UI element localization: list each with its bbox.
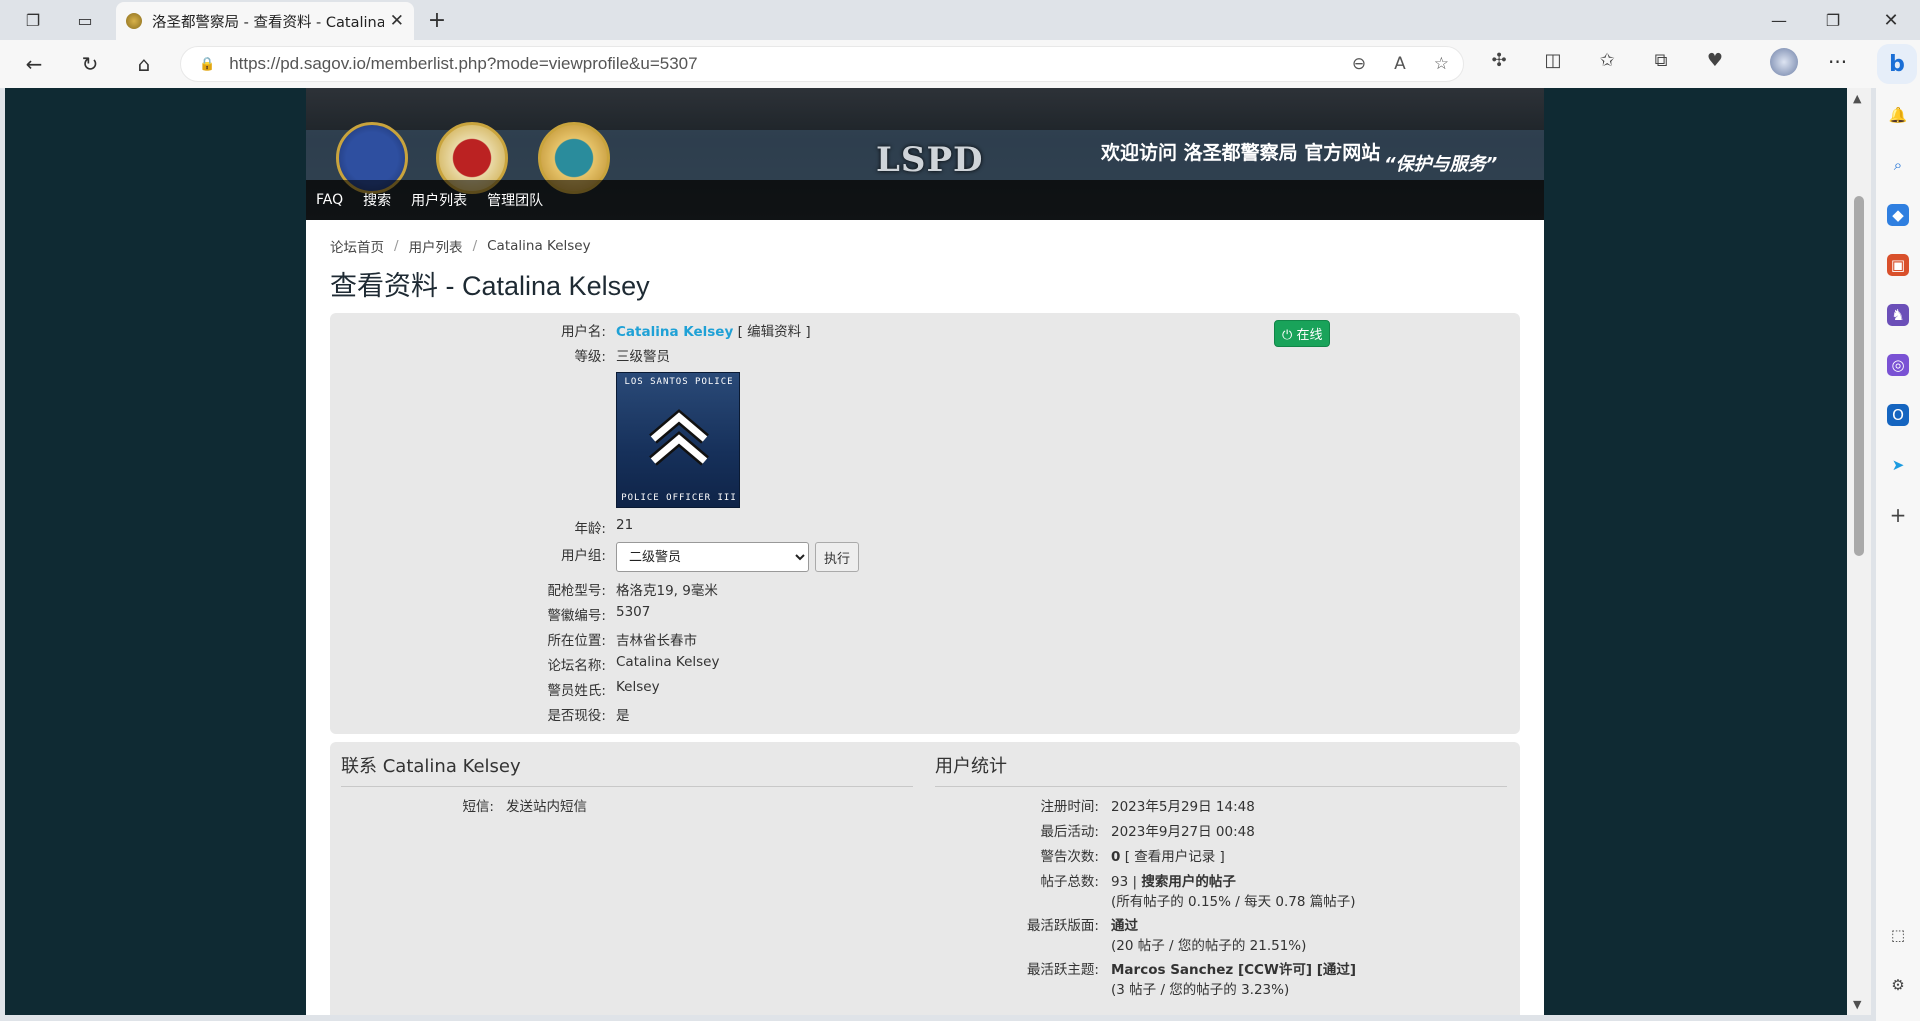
zoom-out-icon[interactable]: ⊖ [1352, 54, 1366, 74]
new-tab-icon[interactable]: + [422, 6, 452, 34]
site-banner: LSPD 欢迎访问 洛圣都警察局 官方网站 “保护与服务” FAQ 搜索 用户列… [306, 88, 1544, 220]
scroll-down-icon[interactable]: ▼ [1853, 998, 1861, 1011]
restore-icon[interactable]: ❐ [1806, 0, 1860, 40]
page-title: 查看资料 - Catalina Kelsey [330, 271, 650, 301]
minimize-icon[interactable]: — [1752, 0, 1806, 40]
send-pm-link[interactable]: 发送站内短信 [506, 795, 587, 820]
forum-page: LSPD 欢迎访问 洛圣都警察局 官方网站 “保护与服务” FAQ 搜索 用户列… [306, 88, 1544, 1015]
main-content: 论坛首页 / 用户列表 / Catalina Kelsey 查看资料 - Cat… [330, 236, 1520, 1015]
rank-image: LOS SANTOS POLICE POLICE OFFICER III [616, 372, 740, 508]
screenshot-icon[interactable]: ⬚ [1887, 924, 1909, 946]
contact-stats-panel: 联系 Catalina Kelsey 短信: 发送站内短信 用户统计 注册时间:… [330, 742, 1520, 1015]
split-screen-icon[interactable]: ◫ [1539, 50, 1567, 71]
username-link[interactable]: Catalina Kelsey [616, 324, 733, 340]
breadcrumb-memberlist[interactable]: 用户列表 [409, 236, 463, 256]
weapon-value: 格洛克19, 9毫米 [616, 583, 718, 599]
home-icon[interactable]: ⌂ [128, 50, 160, 78]
nav-menu: FAQ 搜索 用户列表 管理团队 [306, 180, 1544, 220]
extensions-icon[interactable]: ✣ [1485, 50, 1513, 71]
search-icon[interactable]: ⌕ [1887, 154, 1909, 176]
site-favicon-icon [126, 13, 142, 29]
close-window-icon[interactable]: ✕ [1864, 0, 1918, 40]
microsoft-365-icon[interactable]: ◎ [1887, 354, 1909, 376]
usergroup-select[interactable]: 二级警员 [616, 542, 809, 572]
browser-tab-active[interactable]: 洛圣都警察局 - 查看资料 - Catalina Kelsey ✕ [116, 2, 414, 40]
outlook-icon[interactable]: O [1887, 404, 1909, 426]
tab-title: 洛圣都警察局 - 查看资料 - Catalina Kelsey [152, 14, 384, 31]
scrollbar-thumb[interactable] [1854, 196, 1864, 556]
nav-search[interactable]: 搜索 [363, 190, 391, 210]
games-icon[interactable]: ♞ [1887, 304, 1909, 326]
add-sidebar-app-icon[interactable]: + [1887, 503, 1909, 527]
forum-name-value: Catalina Kelsey [616, 654, 720, 670]
more-menu-icon[interactable]: ··· [1828, 50, 1847, 74]
active-duty-value: 是 [616, 708, 630, 724]
breadcrumb: 论坛首页 / 用户列表 / Catalina Kelsey [330, 236, 591, 256]
notification-bell-icon[interactable]: 🔔 [1887, 104, 1909, 126]
browser-tab-strip: ❐ ▭ 洛圣都警察局 - 查看资料 - Catalina Kelsey ✕ + … [0, 0, 1920, 40]
nav-team[interactable]: 管理团队 [487, 190, 543, 210]
power-icon: ⏻ [1282, 328, 1293, 343]
surname-value: Kelsey [616, 679, 660, 695]
lock-icon[interactable]: 🔒 [199, 57, 215, 72]
nav-faq[interactable]: FAQ [316, 192, 343, 208]
url-text: https://pd.sagov.io/memberlist.php?mode=… [229, 54, 698, 73]
sidebar-settings-gear-icon[interactable]: ⚙ [1887, 974, 1909, 996]
contact-column: 联系 Catalina Kelsey 短信: 发送站内短信 [341, 752, 913, 820]
lspd-logo: LSPD [876, 140, 984, 180]
rank-value: 三级警员 [616, 349, 670, 365]
copilot-icon[interactable]: b [1877, 44, 1917, 84]
web-viewport: LSPD 欢迎访问 洛圣都警察局 官方网站 “保护与服务” FAQ 搜索 用户列… [5, 88, 1847, 1015]
contact-heading: 联系 Catalina Kelsey [341, 752, 913, 787]
close-tab-icon[interactable]: ✕ [390, 11, 404, 31]
page-scrollbar[interactable]: ▲ ▼ [1847, 88, 1871, 1015]
profile-panel: ⏻ 在线 用户名: Catalina Kelsey [ 编辑资料 ] 等级: 三… [330, 313, 1520, 734]
tools-briefcase-icon[interactable]: ▣ [1887, 254, 1909, 276]
online-status-badge: ⏻ 在线 [1274, 320, 1331, 347]
stats-heading: 用户统计 [935, 752, 1507, 787]
posts-percent: (所有帖子的 0.15% / 每天 0.78 篇帖子) [1111, 894, 1356, 910]
profile-avatar[interactable] [1770, 48, 1798, 76]
stats-column: 用户统计 注册时间: 2023年5月29日 14:48 最后活动: 2023年9… [935, 752, 1507, 998]
shopping-tag-icon[interactable]: ◆ [1887, 204, 1909, 226]
motto-text: “保护与服务” [1384, 154, 1498, 175]
breadcrumb-home[interactable]: 论坛首页 [330, 236, 384, 256]
tab-actions-icon[interactable]: ▭ [70, 6, 100, 34]
address-bar[interactable]: 🔒 https://pd.sagov.io/memberlist.php?mod… [180, 46, 1464, 82]
last-active-value: 2023年9月27日 00:48 [1111, 824, 1255, 840]
posts-count: 93 | [1111, 874, 1138, 890]
search-user-posts-link[interactable]: 搜索用户的帖子 [1141, 874, 1236, 890]
active-topic-percent: (3 帖子 / 您的帖子的 3.23%) [1111, 982, 1290, 998]
send-icon[interactable]: ➤ [1887, 454, 1909, 476]
age-value: 21 [616, 517, 634, 533]
scroll-up-icon[interactable]: ▲ [1853, 92, 1861, 105]
view-user-notes-link[interactable]: [ 查看用户记录 ] [1125, 849, 1225, 865]
favorites-icon[interactable]: ✩ [1593, 50, 1621, 71]
location-value: 吉林省长春市 [616, 633, 697, 649]
read-aloud-icon[interactable]: A [1394, 54, 1406, 74]
workspaces-icon[interactable]: ❐ [18, 6, 48, 34]
warnings-count: 0 [1111, 849, 1121, 865]
edge-sidebar: 🔔 ⌕ ◆ ▣ ♞ ◎ O ➤ + ⬚ ⚙ [1876, 40, 1920, 1021]
collections-icon[interactable]: ⧉ [1647, 50, 1675, 71]
joined-value: 2023年5月29日 14:48 [1111, 799, 1255, 815]
breadcrumb-current[interactable]: Catalina Kelsey [487, 238, 590, 254]
active-forum-link[interactable]: 通过 [1111, 918, 1138, 934]
refresh-icon[interactable]: ↻ [74, 50, 106, 78]
edit-profile-link[interactable]: [ 编辑资料 ] [738, 324, 811, 340]
active-forum-percent: (20 帖子 / 您的帖子的 21.51%) [1111, 938, 1307, 954]
usergroup-go-button[interactable]: 执行 [815, 542, 860, 572]
favorite-star-icon[interactable]: ☆ [1434, 54, 1449, 74]
badge-number-value: 5307 [616, 604, 651, 620]
nav-memberlist[interactable]: 用户列表 [411, 190, 467, 210]
browser-essentials-icon[interactable]: ♥ [1701, 50, 1729, 71]
welcome-text: 欢迎访问 洛圣都警察局 官方网站 [1101, 142, 1381, 164]
browser-toolbar: ← ↻ ⌂ 🔒 https://pd.sagov.io/memberlist.p… [0, 40, 1920, 88]
chevron-rank-icon [649, 409, 709, 466]
back-icon[interactable]: ← [18, 50, 50, 78]
active-topic-link[interactable]: Marcos Sanchez [CCW许可] [通过] [1111, 962, 1356, 978]
